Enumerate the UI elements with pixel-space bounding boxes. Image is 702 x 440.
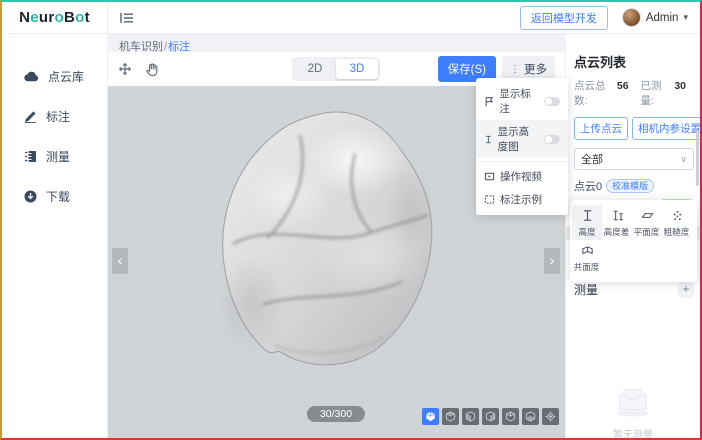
- app-window: NeuroBot 返回模型开发 Admin ▾ 点云库 标注 测量: [0, 0, 702, 440]
- menu-item-tutorial-video[interactable]: 操作视频: [476, 165, 568, 188]
- height-diff-icon: [611, 209, 624, 222]
- prev-image-button[interactable]: ‹: [112, 248, 128, 274]
- cloud-icon: [24, 71, 39, 82]
- user-name: Admin: [646, 12, 679, 24]
- roughness-icon: [671, 209, 684, 222]
- pointcloud-panel: 点云列表 点云总数: 56 已测量:30 上传点云 相机内参设置 全部 ∨ 点云0…: [565, 34, 700, 438]
- tooth-3d-model: [203, 102, 451, 380]
- logo-area: NeuroBot: [2, 2, 108, 33]
- menu-item-show-annotation[interactable]: 显示标注: [476, 82, 568, 120]
- view-cube-front-icon[interactable]: [462, 408, 479, 425]
- sidebar-item-label: 标注: [46, 108, 70, 125]
- measured-label: 已测量:: [641, 78, 671, 108]
- sidebar-item-pointcloud-library[interactable]: 点云库: [2, 56, 107, 96]
- empty-state: 暂无测量: [566, 382, 700, 440]
- view-cube-top-icon[interactable]: [442, 408, 459, 425]
- mode-2d-button[interactable]: 2D: [294, 59, 336, 79]
- measure-section-header: 测量 +: [574, 281, 694, 298]
- ruler-icon: [24, 150, 37, 163]
- tool-roughness[interactable]: 粗糙度: [662, 205, 692, 240]
- height-ibeam-icon: [484, 134, 493, 145]
- more-dropdown-menu: 显示标注 显示高度图 操作视频 标注示例: [476, 78, 568, 215]
- avatar: [622, 8, 641, 27]
- flatness-icon: [641, 209, 654, 222]
- mode-3d-button[interactable]: 3D: [336, 59, 378, 79]
- pointcloud-group-row[interactable]: 点云0 校准模版: [574, 178, 694, 194]
- sidebar-item-download[interactable]: 下载: [2, 176, 107, 216]
- panel-title: 点云列表: [574, 52, 694, 71]
- view-iso-cube-icon[interactable]: [422, 408, 439, 425]
- sidebar-item-label: 测量: [46, 148, 70, 165]
- next-image-button[interactable]: ›: [544, 248, 560, 274]
- user-menu[interactable]: Admin ▾: [622, 8, 688, 27]
- show-annotation-toggle[interactable]: [544, 97, 560, 106]
- view-preset-bar: [422, 408, 559, 425]
- group-name: 点云0: [574, 178, 602, 194]
- sidebar-item-annotate[interactable]: 标注: [2, 96, 107, 136]
- sidebar-item-label: 点云库: [48, 68, 84, 85]
- tool-coplanarity[interactable]: 共面度: [572, 240, 602, 275]
- pan-move-icon[interactable]: [117, 61, 133, 77]
- flag-icon: [484, 96, 494, 107]
- upload-pointcloud-button[interactable]: 上传点云: [574, 117, 628, 140]
- download-icon: [24, 190, 37, 203]
- panel-scrollbar[interactable]: [696, 130, 699, 186]
- chevron-down-icon: ∨: [680, 154, 687, 165]
- video-icon: [484, 171, 495, 182]
- total-label: 点云总数:: [574, 78, 613, 108]
- sidebar-menu: 点云库 标注 测量 下载: [2, 56, 107, 216]
- add-measure-button[interactable]: +: [678, 282, 694, 298]
- camera-params-button[interactable]: 相机内参设置: [632, 117, 702, 140]
- back-to-model-dev-button[interactable]: 返回模型开发: [520, 6, 608, 30]
- hand-pan-icon[interactable]: [145, 62, 160, 77]
- tool-height-diff[interactable]: 高度差: [602, 205, 632, 240]
- sidebar-item-measure[interactable]: 测量: [2, 136, 107, 176]
- app-logo: NeuroBot: [19, 9, 90, 26]
- toolbar-left-icons: [117, 61, 160, 77]
- view-mode-switch: 2D 3D: [292, 57, 380, 81]
- show-heightmap-toggle[interactable]: [544, 135, 560, 144]
- locate-center-icon[interactable]: [542, 408, 559, 425]
- measure-title: 测量: [574, 281, 598, 298]
- panel-buttons: 上传点云 相机内参设置: [574, 117, 694, 140]
- filter-value: 全部: [581, 151, 603, 167]
- measure-tool-palette: 高度 高度差 平面度 粗糙度 共面度: [570, 200, 697, 282]
- view-cube-right-icon[interactable]: [482, 408, 499, 425]
- view-cube-bottom-icon[interactable]: [522, 408, 539, 425]
- filter-select[interactable]: 全部 ∨: [574, 148, 694, 170]
- empty-box-icon: [610, 382, 656, 418]
- tool-flatness[interactable]: 平面度: [632, 205, 662, 240]
- tool-height[interactable]: 高度: [572, 205, 602, 240]
- height-icon: [581, 209, 594, 222]
- caret-down-icon: ▾: [683, 12, 688, 23]
- view-cube-back-icon[interactable]: [502, 408, 519, 425]
- dashed-frame-icon: [484, 194, 495, 205]
- menu-item-annotation-example[interactable]: 标注示例: [476, 188, 568, 211]
- image-counter: 30/300: [307, 406, 365, 422]
- sidebar-item-label: 下载: [46, 188, 70, 205]
- menu-divider: [476, 161, 568, 162]
- measured-value: 30: [674, 80, 686, 92]
- total-value: 56: [617, 80, 629, 92]
- top-header: NeuroBot 返回模型开发 Admin ▾: [2, 2, 700, 34]
- left-sidebar: 点云库 标注 测量 下载: [2, 34, 108, 438]
- panel-stats: 点云总数: 56 已测量:30: [574, 78, 694, 108]
- empty-text: 暂无测量: [566, 426, 700, 440]
- coplanarity-icon: [581, 244, 594, 257]
- pen-icon: [24, 110, 37, 123]
- menu-item-show-heightmap[interactable]: 显示高度图: [476, 120, 568, 158]
- template-tag: 校准模版: [606, 179, 654, 193]
- sidebar-collapse-icon[interactable]: [120, 12, 134, 24]
- more-dots-icon: ⋮: [510, 64, 520, 75]
